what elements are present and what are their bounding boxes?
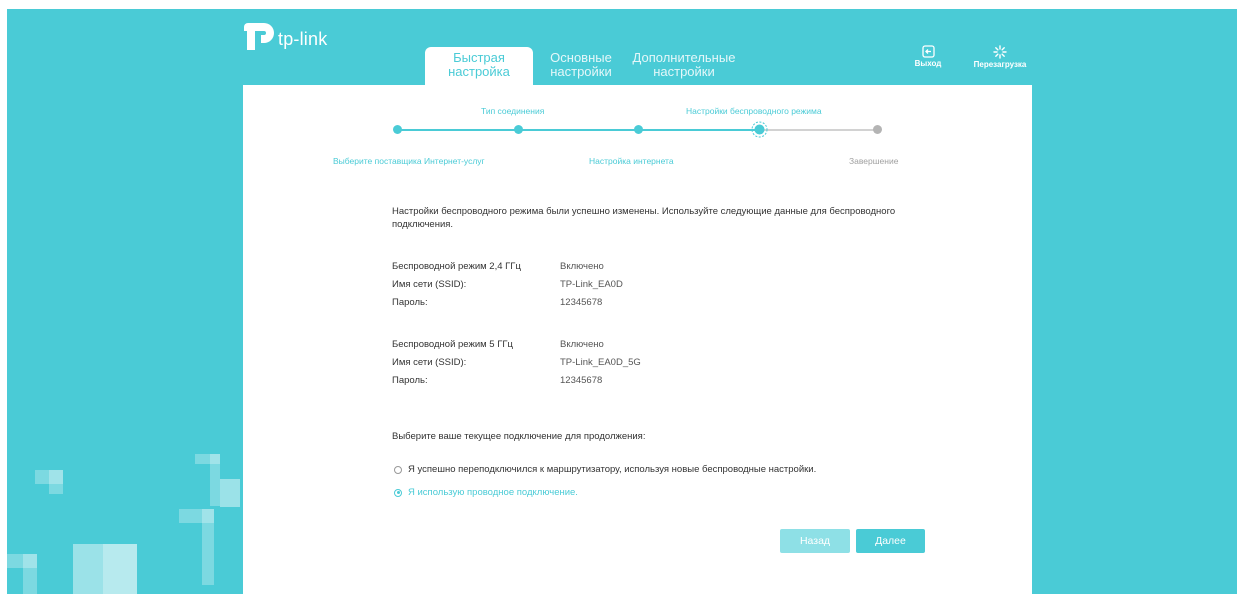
step-dot: [393, 125, 402, 134]
step-dot: [634, 125, 643, 134]
decor-block: [220, 479, 240, 507]
brand-logo[interactable]: tp-link: [242, 21, 362, 61]
reboot-label: Перезагрузка: [973, 60, 1027, 69]
logout-icon: [921, 45, 935, 58]
tab-label-line1: Быстрая: [453, 50, 505, 65]
step-label-finish: Завершение: [849, 156, 899, 166]
wireless-5-ssid-value: TP-Link_EA0D_5G: [560, 357, 641, 368]
option-label: Я использую проводное подключение.: [408, 487, 578, 498]
step-label-wireless: Настройки беспроводного режима: [686, 106, 822, 116]
wireless-24-password-label: Пароль:: [392, 297, 428, 308]
decor-block: [202, 509, 214, 585]
decor-block: [49, 470, 63, 494]
step-dot-current: [751, 121, 768, 138]
reboot-spinner-icon: [993, 45, 1007, 59]
logout-button[interactable]: Выход: [910, 45, 946, 68]
success-message-line2: подключения.: [392, 219, 454, 230]
wireless-5-password-value: 12345678: [560, 375, 603, 386]
success-message-line1: Настройки беспроводного режима были успе…: [392, 206, 896, 217]
step-dot: [514, 125, 523, 134]
connection-prompt: Выберите ваше текущее подключение для пр…: [392, 431, 646, 442]
wireless-24-ssid-label: Имя сети (SSID):: [392, 279, 467, 290]
decor-block: [103, 544, 137, 594]
next-button[interactable]: Далее: [856, 529, 925, 553]
wireless-24-mode-label: Беспроводной режим 2,4 ГГц: [392, 261, 521, 272]
content-panel: Тип соединения Настройки беспроводного р…: [243, 85, 1032, 594]
decor-block: [210, 454, 220, 506]
wireless-24-mode-value: Включено: [560, 261, 604, 272]
step-dot-pending: [873, 125, 882, 134]
tp-link-logo-icon: [244, 23, 274, 50]
tab-label-line1: Дополнительные: [632, 50, 736, 65]
wireless-5-ssid-label: Имя сети (SSID):: [392, 357, 467, 368]
stepper-line-remaining: [759, 129, 877, 131]
wireless-24-ssid-value: TP-Link_EA0D: [560, 279, 623, 290]
stepper-line-completed: [397, 129, 759, 131]
wireless-24-password-value: 12345678: [560, 297, 603, 308]
tab-label-line2: настройки: [550, 64, 612, 79]
option-label: Я успешно переподключился к маршрутизато…: [408, 464, 817, 475]
option-wired-connection[interactable]: Я использую проводное подключение.: [394, 487, 578, 498]
radio-button[interactable]: [394, 465, 402, 474]
option-wireless-reconnected[interactable]: Я успешно переподключился к маршрутизато…: [394, 464, 816, 475]
step-label-connection-type: Тип соединения: [481, 106, 545, 116]
back-button[interactable]: Назад: [780, 529, 850, 553]
brand-name: tp-link: [278, 29, 328, 49]
radio-button-selected[interactable]: [394, 488, 402, 497]
tab-advanced[interactable]: Дополнительные настройки: [623, 47, 745, 81]
step-label-isp: Выберите поставщика Интернет-услуг: [333, 156, 485, 166]
logout-label: Выход: [914, 59, 942, 68]
decor-block: [23, 554, 37, 594]
tab-label-line1: Основные: [550, 50, 612, 65]
tab-quick-setup[interactable]: Быстрая настройка: [425, 47, 533, 85]
wireless-5-mode-value: Включено: [560, 339, 604, 350]
reboot-button[interactable]: Перезагрузка: [960, 45, 1040, 69]
tab-basic[interactable]: Основные настройки: [538, 47, 624, 81]
tab-label-line2: настройки: [653, 64, 715, 79]
wireless-5-mode-label: Беспроводной режим 5 ГГц: [392, 339, 513, 350]
page-background: tp-link Быстрая настройка Основные настр…: [7, 9, 1237, 594]
tab-label-line2: настройка: [448, 64, 510, 79]
wireless-5-password-label: Пароль:: [392, 375, 428, 386]
step-label-internet: Настройка интернета: [589, 156, 674, 166]
